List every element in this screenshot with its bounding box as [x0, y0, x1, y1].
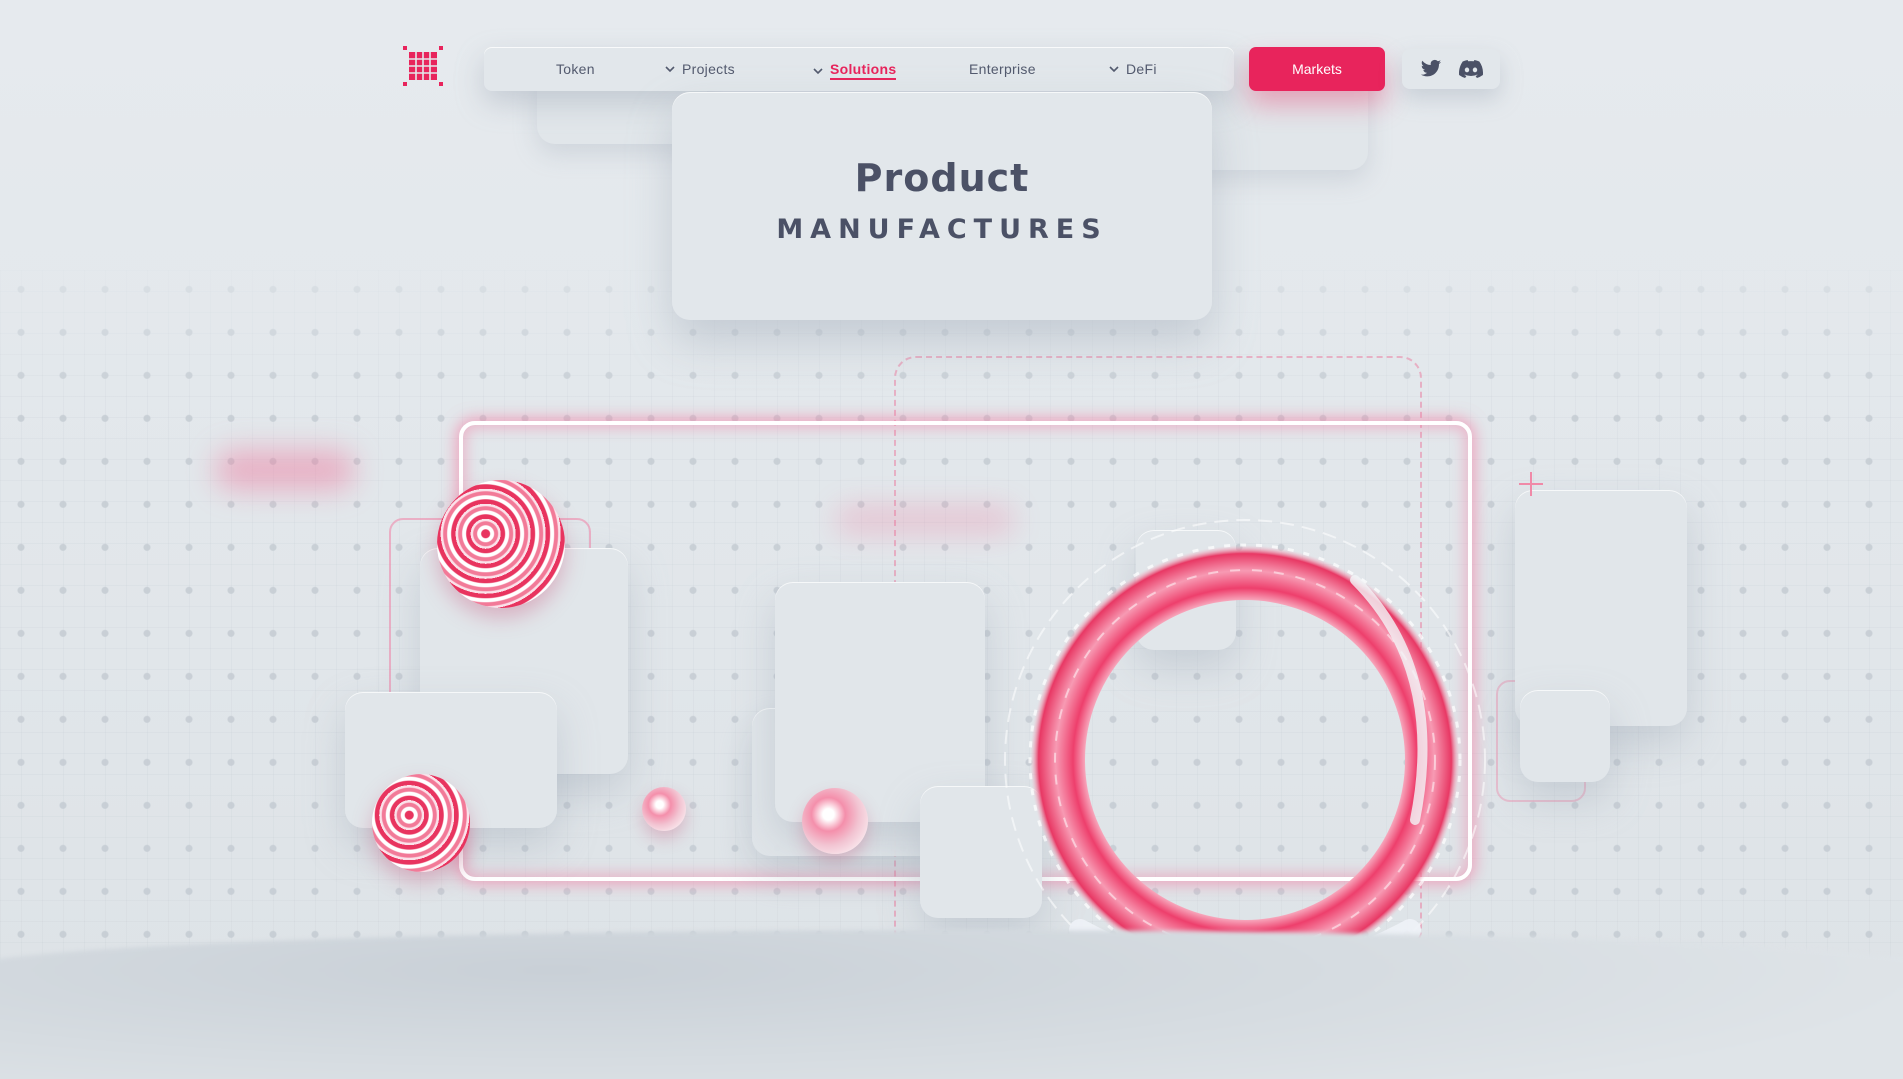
ground-surface — [0, 930, 1903, 1079]
nav-item-defi[interactable]: DeFi — [1108, 61, 1157, 77]
scene-card-8 — [1520, 690, 1610, 782]
page-title: Product — [854, 156, 1030, 200]
nav-item-label: Solutions — [830, 61, 897, 80]
pink-sphere-large — [437, 480, 565, 608]
chevron-down-icon — [1109, 66, 1119, 73]
page-subtitle: MANUFACTURES — [776, 214, 1108, 245]
grid-logo-icon[interactable] — [403, 46, 443, 86]
nav-item-label: Token — [556, 61, 595, 77]
nav-item-token[interactable]: Token — [556, 61, 595, 77]
nav-item-label: Projects — [682, 61, 735, 77]
nav-item-enterprise[interactable]: Enterprise — [969, 61, 1036, 77]
discord-icon[interactable] — [1459, 57, 1483, 81]
nav-item-label: DeFi — [1126, 61, 1157, 77]
nav-item-label: Enterprise — [969, 61, 1036, 77]
hero-title-card: Product MANUFACTURES — [672, 92, 1212, 320]
markets-button[interactable]: Markets — [1249, 47, 1385, 91]
pink-sphere-medium — [802, 788, 868, 854]
pink-sphere-bottom-left — [372, 774, 470, 872]
pink-glow-left — [215, 450, 355, 490]
nav-item-projects[interactable]: Projects — [664, 61, 735, 77]
chevron-down-icon — [813, 67, 823, 74]
social-links — [1402, 49, 1500, 89]
twitter-icon[interactable] — [1419, 57, 1443, 81]
chevron-down-icon — [665, 66, 675, 73]
pink-sphere-small — [642, 787, 686, 831]
main-nav: Token Projects Solutions Enterprise DeFi — [484, 47, 1234, 91]
nav-item-solutions[interactable]: Solutions — [812, 61, 897, 80]
